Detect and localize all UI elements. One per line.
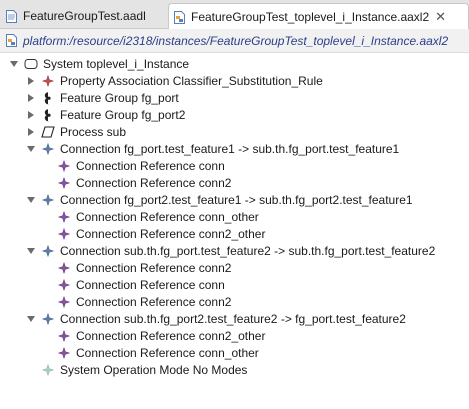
resource-path: platform:/resource/i2318/instances/Featu… (23, 33, 449, 48)
tree-node-label: Connection sub.th.fg_port2.test_feature2… (60, 311, 406, 326)
tree-node-connection-sub-th-fg-port2-test-feature2[interactable]: Connection sub.th.fg_port2.test_feature2… (25, 310, 406, 327)
tree-node-connection-reference[interactable]: Connection Reference conn_other (41, 344, 259, 361)
tree-node-connection-reference[interactable]: Connection Reference conn2 (41, 259, 231, 276)
tree-node-connection-reference[interactable]: Connection Reference conn_other (41, 208, 259, 225)
tree-node-feature-group-fg-port2[interactable]: Feature Group fg_port2 (25, 106, 185, 123)
tree-node-label: Connection Reference conn (76, 277, 225, 292)
process-icon (41, 125, 55, 139)
tree-node-connection-reference[interactable]: Connection Reference conn (41, 276, 225, 293)
tree-node-connection-reference[interactable]: Connection Reference conn (41, 157, 225, 174)
collapse-arrow-icon[interactable] (25, 126, 37, 138)
resource-icon (6, 34, 17, 47)
connection-icon (41, 193, 55, 207)
tree-node-label: Feature Group fg_port (60, 90, 179, 105)
feature-group-icon (41, 108, 55, 122)
tree-node-label: Property Association Classifier_Substitu… (60, 73, 323, 88)
expand-arrow-icon[interactable] (25, 313, 37, 325)
connection-icon (41, 244, 55, 258)
tree-node-connection-reference[interactable]: Connection Reference conn2 (41, 293, 231, 310)
tree-node-label: Connection Reference conn2 (76, 175, 232, 190)
connection-reference-icon (57, 329, 71, 343)
tab-featuregrouptest-aadl[interactable]: FeatureGroupTest.aadl (0, 3, 166, 29)
close-icon[interactable]: ✕ (435, 9, 446, 25)
tab-label: FeatureGroupTest_toplevel_i_Instance.aax… (191, 10, 430, 24)
system-icon (24, 57, 38, 71)
collapse-arrow-icon[interactable] (25, 92, 37, 104)
tree-node-label: Connection Reference conn_other (76, 209, 259, 224)
feature-group-icon (41, 91, 55, 105)
tree-node-connection-reference[interactable]: Connection Reference conn2_other (41, 225, 265, 242)
tree-node-label: Connection Reference conn2 (76, 294, 232, 309)
tab-label: FeatureGroupTest.aadl (23, 9, 146, 23)
instance-file-icon (174, 10, 185, 24)
connection-reference-icon (57, 227, 71, 241)
connection-reference-icon (57, 295, 71, 309)
property-association-icon (41, 74, 55, 88)
connection-reference-icon (57, 210, 71, 224)
tree-node-label: Connection Reference conn (76, 158, 225, 173)
connection-reference-icon (57, 159, 71, 173)
tree-node-process-sub[interactable]: Process sub (25, 123, 126, 140)
expand-arrow-icon[interactable] (25, 245, 37, 257)
tree-node-label: System Operation Mode No Modes (60, 362, 248, 377)
aadl-file-icon (6, 9, 17, 23)
tree-node-label: Connection Reference conn2_other (76, 328, 266, 343)
connection-icon (41, 312, 55, 326)
tree-node-label: Connection Reference conn2 (76, 260, 232, 275)
collapse-arrow-icon[interactable] (25, 75, 37, 87)
tree-node-label: Connection fg_port2.test_feature1 -> sub… (60, 192, 413, 207)
expand-arrow-icon[interactable] (8, 58, 20, 70)
resource-path-bar: platform:/resource/i2318/instances/Featu… (0, 29, 469, 53)
expand-arrow-icon[interactable] (25, 143, 37, 155)
expand-arrow-icon[interactable] (25, 194, 37, 206)
tree-node-connection-fg-port-test-feature1-sub-th-[interactable]: Connection fg_port.test_feature1 -> sub.… (25, 140, 399, 157)
connection-reference-icon (57, 176, 71, 190)
tree-node-label: Connection fg_port.test_feature1 -> sub.… (60, 141, 400, 156)
tree-node-label: Process sub (60, 124, 127, 139)
tree-node-system-operation-mode-no-modes[interactable]: System Operation Mode No Modes (25, 361, 247, 378)
tree-node-label: Connection Reference conn_other (76, 345, 259, 360)
tree-node-feature-group-fg-port[interactable]: Feature Group fg_port (25, 89, 179, 106)
tree-node-connection-fg-port2-test-feature1-sub-th[interactable]: Connection fg_port2.test_feature1 -> sub… (25, 191, 413, 208)
tab-instance-aaxl2[interactable]: FeatureGroupTest_toplevel_i_Instance.aax… (168, 3, 469, 30)
tree-node-property-association-classifier-substitu[interactable]: Property Association Classifier_Substitu… (25, 72, 323, 89)
connection-reference-icon (57, 278, 71, 292)
tree-node-connection-reference[interactable]: Connection Reference conn2 (41, 174, 231, 191)
connection-reference-icon (57, 261, 71, 275)
mode-icon (41, 363, 55, 377)
tree-node-connection-sub-th-fg-port-test-feature2-[interactable]: Connection sub.th.fg_port.test_feature2 … (25, 242, 435, 259)
tree-node-connection-reference[interactable]: Connection Reference conn2_other (41, 327, 265, 344)
collapse-arrow-icon[interactable] (25, 109, 37, 121)
tree-node-label: System toplevel_i_Instance (43, 56, 190, 71)
tree-node-label: Connection sub.th.fg_port.test_feature2 … (60, 243, 436, 258)
tree-node-label: Connection Reference conn2_other (76, 226, 266, 241)
connection-icon (41, 142, 55, 156)
connection-reference-icon (57, 346, 71, 360)
tree-root-system[interactable]: System toplevel_i_Instance (8, 55, 189, 72)
editor-tab-bar: FeatureGroupTest.aadl FeatureGroupTest_t… (0, 0, 469, 30)
tree-node-label: Feature Group fg_port2 (60, 107, 186, 122)
